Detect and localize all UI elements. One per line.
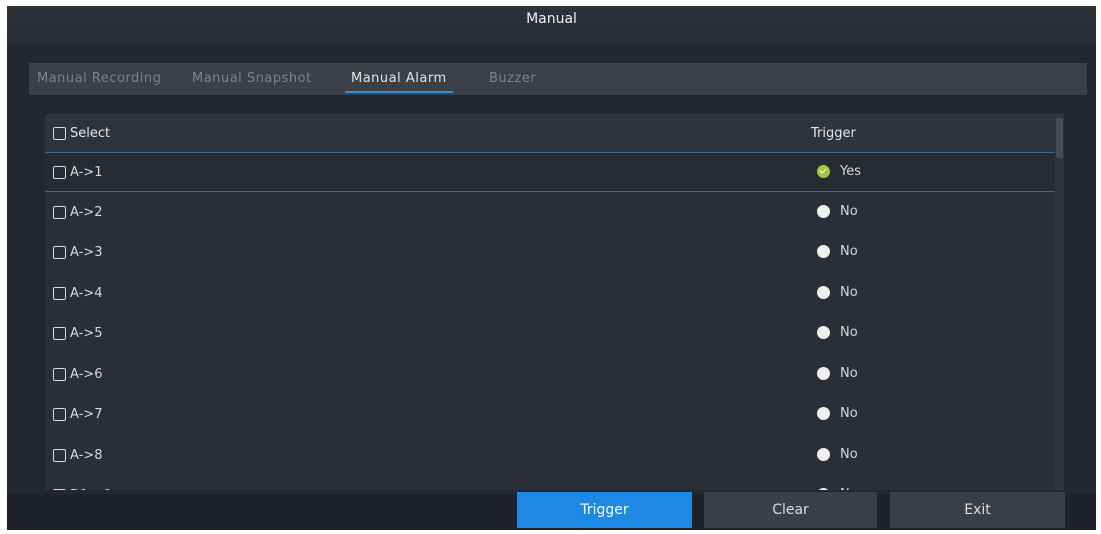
row-trigger-status: Yes xyxy=(817,164,861,179)
row-checkbox-icon[interactable] xyxy=(53,367,66,381)
list-scrollbar[interactable] xyxy=(1055,114,1064,490)
row-checkbox-icon[interactable] xyxy=(53,327,66,340)
row-select-cell[interactable]: A->4 xyxy=(53,286,102,301)
row-status-text: No xyxy=(840,406,858,421)
row-checkbox-icon[interactable] xyxy=(53,166,66,179)
manual-dialog: Manual Manual Recording Manual Snapshot … xyxy=(7,6,1096,530)
row-trigger-status: No xyxy=(817,285,858,300)
list-header: Select Trigger xyxy=(45,114,1055,152)
row-select-cell[interactable]: A->2 xyxy=(53,205,102,220)
row-checkbox-icon[interactable] xyxy=(53,489,66,490)
status-no-icon xyxy=(817,488,830,490)
row-name: A->2 xyxy=(70,204,103,220)
row-trigger-status: No xyxy=(817,447,858,462)
table-row[interactable]: A->5 No xyxy=(45,314,1055,354)
tab-manual-alarm[interactable]: Manual Alarm xyxy=(345,63,453,95)
table-row[interactable]: A->3 No xyxy=(45,233,1055,273)
exit-button[interactable]: Exit xyxy=(890,492,1065,528)
table-row[interactable]: A->2 No xyxy=(45,193,1055,233)
tab-buzzer[interactable]: Buzzer xyxy=(489,63,536,95)
row-trigger-status: No xyxy=(817,366,858,381)
clear-button[interactable]: Clear xyxy=(704,492,877,528)
status-yes-icon xyxy=(817,165,830,178)
row-name: D1->1 xyxy=(70,488,112,490)
dialog-title: Manual xyxy=(526,11,577,27)
row-trigger-status: No xyxy=(817,487,858,490)
row-checkbox-icon[interactable] xyxy=(53,286,66,300)
row-select-cell[interactable]: A->5 xyxy=(53,326,102,341)
row-trigger-status: No xyxy=(817,406,858,421)
row-name: A->8 xyxy=(70,447,103,463)
table-row[interactable]: D1->1 No xyxy=(45,476,1055,490)
row-select-cell[interactable]: A->1 xyxy=(53,165,102,180)
row-trigger-status: No xyxy=(817,204,858,219)
status-no-icon xyxy=(817,245,830,258)
row-trigger-status: No xyxy=(817,244,858,259)
row-name: A->6 xyxy=(70,366,103,382)
select-header-label: Select xyxy=(70,126,111,141)
status-no-icon xyxy=(817,204,830,218)
row-select-cell[interactable]: A->3 xyxy=(53,245,102,260)
status-no-icon xyxy=(817,326,830,339)
row-status-text: No xyxy=(840,203,858,219)
row-name: A->3 xyxy=(70,245,103,260)
row-status-text: No xyxy=(840,487,858,490)
row-name: A->1 xyxy=(70,165,103,180)
select-all-checkbox-icon[interactable] xyxy=(53,127,66,140)
status-no-icon xyxy=(817,407,830,420)
row-name: A->5 xyxy=(70,326,103,341)
row-select-cell[interactable]: A->6 xyxy=(53,367,102,382)
row-select-cell[interactable]: D1->1 xyxy=(53,488,112,490)
row-status-text: No xyxy=(840,244,858,259)
row-checkbox-icon[interactable] xyxy=(53,205,66,219)
row-status-text: Yes xyxy=(840,164,861,179)
table-row[interactable]: A->1 Yes xyxy=(45,152,1055,192)
row-status-text: No xyxy=(840,365,858,381)
table-row[interactable]: A->8 No xyxy=(45,436,1055,476)
title-bar: Manual xyxy=(7,6,1096,46)
alarm-output-list: Select Trigger A->1 Yes A->2 No A->3 No A->4 No… xyxy=(45,114,1055,490)
table-row[interactable]: A->6 No xyxy=(45,355,1055,395)
row-checkbox-icon[interactable] xyxy=(53,246,66,259)
trigger-button[interactable]: Trigger xyxy=(517,492,692,528)
trigger-header-label: Trigger xyxy=(811,126,856,141)
status-no-icon xyxy=(817,285,830,299)
row-status-text: No xyxy=(840,446,858,462)
row-status-text: No xyxy=(840,284,858,300)
row-select-cell[interactable]: A->8 xyxy=(53,448,102,463)
row-select-cell[interactable]: A->7 xyxy=(53,407,102,422)
select-all-cell[interactable]: Select xyxy=(53,126,110,141)
tab-bar: Manual Recording Manual Snapshot Manual … xyxy=(29,63,1087,95)
row-checkbox-icon[interactable] xyxy=(53,448,66,462)
tab-manual-recording[interactable]: Manual Recording xyxy=(37,63,161,95)
row-trigger-status: No xyxy=(817,325,858,340)
row-status-text: No xyxy=(840,325,858,340)
tab-manual-snapshot[interactable]: Manual Snapshot xyxy=(192,63,312,95)
row-checkbox-icon[interactable] xyxy=(53,408,66,421)
table-row[interactable]: A->7 No xyxy=(45,395,1055,435)
table-row[interactable]: A->4 No xyxy=(45,274,1055,314)
status-no-icon xyxy=(817,447,830,461)
status-no-icon xyxy=(817,366,830,380)
row-name: A->7 xyxy=(70,407,103,422)
row-name: A->4 xyxy=(70,285,103,301)
scrollbar-thumb[interactable] xyxy=(1056,118,1063,158)
